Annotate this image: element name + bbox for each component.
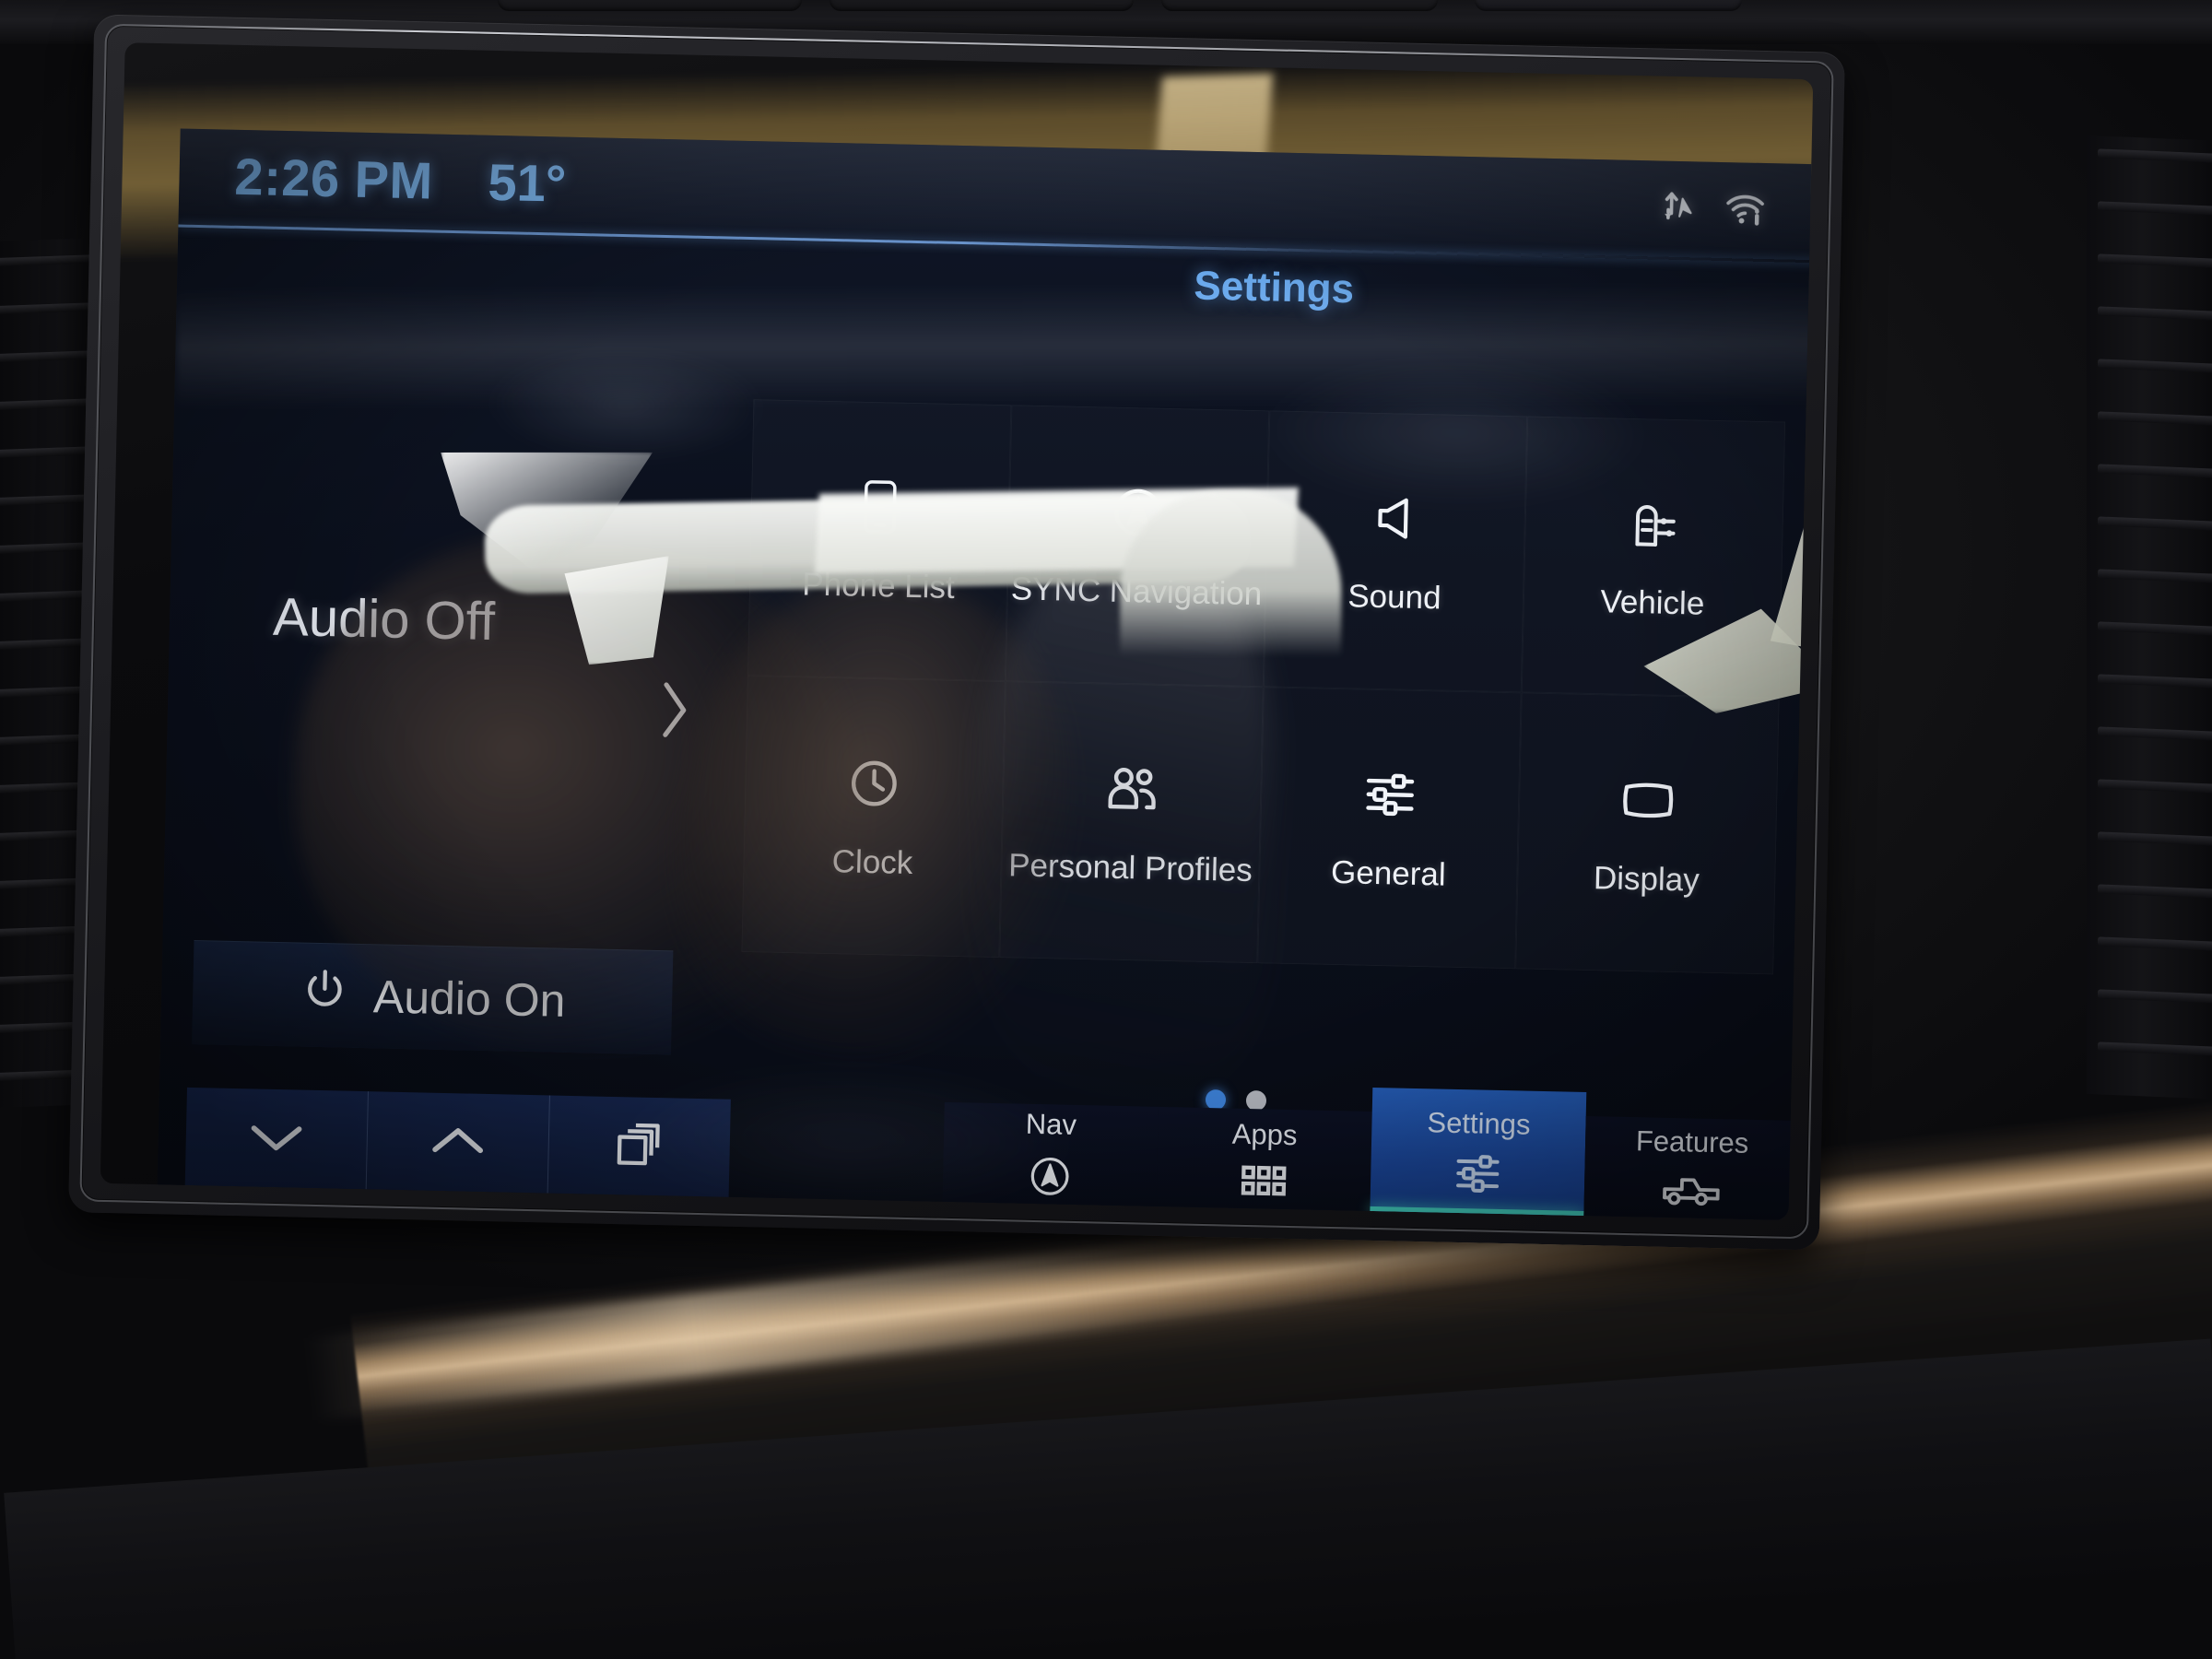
tile-phone-list[interactable]: Phone List bbox=[747, 399, 1011, 681]
nav-item-label: Settings bbox=[1427, 1105, 1531, 1141]
data-transfer-icon bbox=[1657, 184, 1700, 228]
status-icon-group bbox=[1657, 184, 1769, 229]
vehicle-dashboard: 2:26 PM 51° Settings Audio Off Audio On … bbox=[0, 0, 2212, 1659]
navigation-circle-icon bbox=[1110, 481, 1166, 543]
sliders-icon bbox=[1452, 1152, 1504, 1198]
dash-top-button-4 bbox=[1475, 0, 1742, 11]
screen-bezel: 2:26 PM 51° Settings Audio Off Audio On … bbox=[68, 14, 1845, 1251]
tile-label: Display bbox=[1593, 859, 1700, 899]
clock-icon bbox=[847, 752, 901, 814]
nav-item-label: Nav bbox=[1025, 1107, 1077, 1141]
tile-label: Personal Profiles bbox=[1007, 847, 1253, 888]
phone-icon bbox=[859, 476, 900, 537]
audio-card[interactable]: Audio Off bbox=[219, 377, 747, 904]
audio-on-label: Audio On bbox=[372, 971, 567, 1027]
nav-item-label: Apps bbox=[1231, 1117, 1298, 1151]
nav-item-features[interactable]: Features bbox=[1583, 1116, 1800, 1220]
nav-item-nav[interactable]: Nav bbox=[942, 1101, 1159, 1208]
sliders-icon bbox=[1363, 763, 1418, 825]
chevron-down-button[interactable] bbox=[184, 1087, 369, 1192]
tile-label: Phone List bbox=[801, 566, 956, 606]
people-icon bbox=[1104, 758, 1160, 819]
status-bar-divider bbox=[178, 224, 1814, 264]
tile-clock[interactable]: Clock bbox=[741, 676, 1005, 958]
status-temperature: 51° bbox=[487, 152, 567, 213]
tile-label: SYNC Navigation bbox=[1010, 571, 1263, 612]
status-clock: 2:26 PM bbox=[233, 147, 434, 210]
chevron-down-icon bbox=[247, 1121, 305, 1158]
right-air-vent bbox=[2087, 135, 2212, 1100]
audio-on-button[interactable]: Audio On bbox=[192, 940, 674, 1055]
bottom-nav-bar: Nav Apps Settings Features bbox=[729, 1072, 1801, 1220]
chevron-up-icon bbox=[429, 1124, 487, 1161]
dash-top-button-2 bbox=[830, 0, 1134, 11]
navigation-circle-icon bbox=[1028, 1153, 1073, 1203]
dash-top-button-3 bbox=[1161, 0, 1438, 11]
dash-top-button-1 bbox=[498, 0, 802, 11]
nav-item-settings[interactable]: Settings bbox=[1370, 1087, 1587, 1218]
tile-vehicle[interactable]: Vehicle bbox=[1522, 416, 1785, 698]
tile-sound[interactable]: Sound bbox=[1264, 410, 1527, 692]
tile-label: General bbox=[1330, 853, 1447, 893]
tile-label: Clock bbox=[831, 842, 913, 881]
tile-personal-profiles[interactable]: Personal Profiles bbox=[999, 681, 1263, 963]
screen-icon bbox=[1618, 769, 1677, 830]
grid-apps-icon bbox=[1241, 1163, 1288, 1202]
power-icon bbox=[299, 965, 349, 1027]
nav-item-label: Features bbox=[1635, 1124, 1749, 1159]
screen-control-row bbox=[184, 1087, 731, 1199]
truck-icon bbox=[1661, 1171, 1721, 1213]
tile-sync-navigation[interactable]: SYNC Navigation bbox=[1006, 405, 1269, 687]
windows-button[interactable] bbox=[548, 1095, 731, 1198]
chevron-up-button[interactable] bbox=[366, 1091, 550, 1195]
nav-item-apps[interactable]: Apps bbox=[1156, 1106, 1372, 1213]
page-title: Settings bbox=[1193, 263, 1355, 312]
chevron-right-icon[interactable] bbox=[655, 679, 694, 746]
screen-glass: 2:26 PM 51° Settings Audio Off Audio On … bbox=[100, 42, 1814, 1220]
settings-tile-grid: Phone List SYNC Navigation Sound Vehicle… bbox=[741, 399, 1785, 974]
tile-label: Vehicle bbox=[1600, 582, 1705, 622]
speaker-icon bbox=[1370, 488, 1422, 549]
audio-status-label: Audio Off bbox=[272, 586, 496, 653]
tile-general[interactable]: General bbox=[1257, 687, 1521, 969]
stacked-windows-icon bbox=[613, 1119, 665, 1176]
wifi-info-icon bbox=[1724, 186, 1769, 229]
tile-display[interactable]: Display bbox=[1515, 692, 1779, 974]
tile-label: Sound bbox=[1347, 578, 1441, 617]
vehicle-settings-icon bbox=[1627, 493, 1681, 555]
infotainment-ui: 2:26 PM 51° Settings Audio Off Audio On … bbox=[157, 128, 1814, 1220]
